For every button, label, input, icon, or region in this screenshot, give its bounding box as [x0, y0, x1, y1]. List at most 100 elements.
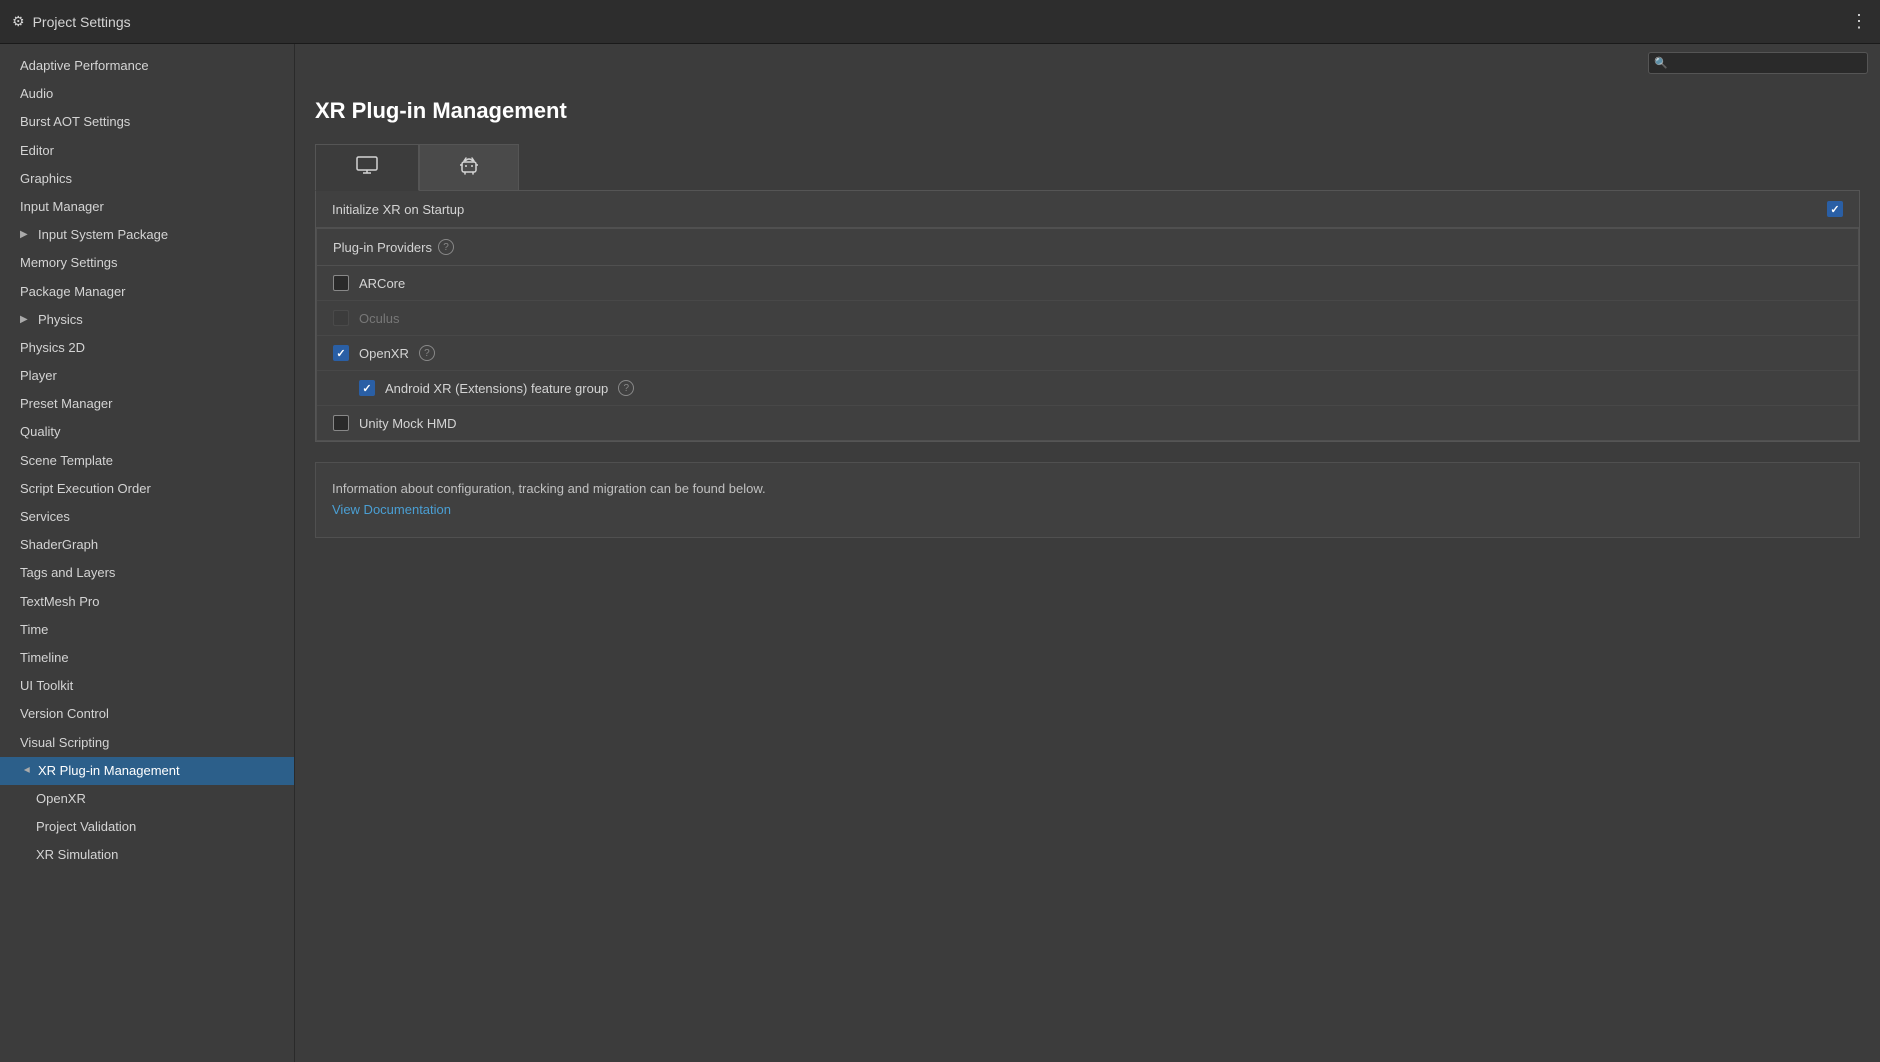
sidebar-item-textmesh-pro[interactable]: TextMesh Pro — [0, 588, 294, 616]
search-bar: 🔍 — [295, 44, 1880, 82]
sidebar-arrow-physics: ▶ — [20, 313, 32, 327]
provider-label-openxr: OpenXR — [359, 346, 409, 361]
provider-checkbox-android-xr-extensions[interactable] — [359, 380, 375, 396]
sidebar-item-quality[interactable]: Quality — [0, 418, 294, 446]
sidebar-item-xr-plugin-management[interactable]: ▼ XR Plug-in Management — [0, 757, 294, 785]
sidebar-item-time[interactable]: Time — [0, 616, 294, 644]
sidebar-arrow-xr-plugin-management: ▼ — [19, 765, 33, 777]
settings-icon: ⚙ — [12, 13, 25, 30]
initialize-xr-checkbox[interactable] — [1827, 201, 1843, 217]
provider-help-openxr[interactable]: ? — [419, 345, 435, 361]
content-area: 🔍 XR Plug-in Management — [295, 44, 1880, 1062]
sidebar-label-quality: Quality — [20, 423, 60, 441]
sidebar-item-audio[interactable]: Audio — [0, 80, 294, 108]
providers-help-icon[interactable]: ? — [438, 239, 454, 255]
search-wrapper: 🔍 — [1648, 52, 1868, 74]
sidebar-label-preset-manager: Preset Manager — [20, 395, 113, 413]
sidebar-item-input-manager[interactable]: Input Manager — [0, 193, 294, 221]
sidebar-arrow-input-system-package: ▶ — [20, 228, 32, 242]
sidebar-label-physics: Physics — [38, 311, 83, 329]
sidebar-item-ui-toolkit[interactable]: UI Toolkit — [0, 672, 294, 700]
sidebar-label-input-manager: Input Manager — [20, 198, 104, 216]
sidebar-label-graphics: Graphics — [20, 170, 72, 188]
sidebar-item-version-control[interactable]: Version Control — [0, 700, 294, 728]
sidebar-label-xr-plugin-management: XR Plug-in Management — [38, 762, 180, 780]
initialize-xr-row: Initialize XR on Startup — [316, 191, 1859, 228]
sidebar-item-scene-template[interactable]: Scene Template — [0, 447, 294, 475]
sidebar-item-graphics[interactable]: Graphics — [0, 165, 294, 193]
provider-checkbox-arcore[interactable] — [333, 275, 349, 291]
provider-checkbox-oculus[interactable] — [333, 310, 349, 326]
provider-item-openxr: OpenXR? — [317, 336, 1858, 371]
provider-label-oculus: Oculus — [359, 311, 399, 326]
sidebar-label-project-validation: Project Validation — [36, 818, 136, 836]
sidebar-item-burst-aot-settings[interactable]: Burst AOT Settings — [0, 108, 294, 136]
provider-help-android-xr-extensions[interactable]: ? — [618, 380, 634, 396]
provider-item-android-xr-extensions: Android XR (Extensions) feature group? — [317, 371, 1858, 406]
sidebar-label-tags-and-layers: Tags and Layers — [20, 564, 115, 582]
provider-label-unity-mock-hmd: Unity Mock HMD — [359, 416, 457, 431]
menu-button[interactable]: ⋮ — [1850, 11, 1868, 32]
sidebar-label-memory-settings: Memory Settings — [20, 254, 118, 272]
sidebar-item-adaptive-performance[interactable]: Adaptive Performance — [0, 52, 294, 80]
view-documentation-link[interactable]: View Documentation — [332, 502, 451, 517]
sidebar-label-package-manager: Package Manager — [20, 283, 126, 301]
sidebar-item-package-manager[interactable]: Package Manager — [0, 278, 294, 306]
sidebar: Adaptive Performance Audio Burst AOT Setti… — [0, 44, 295, 1062]
settings-panel: Initialize XR on Startup Plug-in Provide… — [315, 191, 1860, 442]
sidebar-item-project-validation[interactable]: Project Validation — [0, 813, 294, 841]
provider-checkbox-openxr[interactable] — [333, 345, 349, 361]
sidebar-label-physics-2d: Physics 2D — [20, 339, 85, 357]
sidebar-label-xr-simulation: XR Simulation — [36, 846, 118, 864]
sidebar-item-preset-manager[interactable]: Preset Manager — [0, 390, 294, 418]
sidebar-label-textmesh-pro: TextMesh Pro — [20, 593, 99, 611]
sidebar-label-openxr: OpenXR — [36, 790, 86, 808]
providers-header: Plug-in Providers ? — [317, 229, 1858, 266]
content-body: XR Plug-in Management Initi — [295, 82, 1880, 1062]
sidebar-item-player[interactable]: Player — [0, 362, 294, 390]
tabs-row — [315, 144, 1860, 191]
provider-item-unity-mock-hmd: Unity Mock HMD — [317, 406, 1858, 440]
search-icon: 🔍 — [1654, 57, 1668, 70]
sidebar-label-editor: Editor — [20, 142, 54, 160]
search-input[interactable] — [1648, 52, 1868, 74]
sidebar-item-editor[interactable]: Editor — [0, 137, 294, 165]
sidebar-item-physics[interactable]: ▶ Physics — [0, 306, 294, 334]
initialize-xr-value — [1827, 201, 1843, 217]
sidebar-label-version-control: Version Control — [20, 705, 109, 723]
window-title: Project Settings — [33, 14, 131, 30]
provider-item-oculus: Oculus — [317, 301, 1858, 336]
sidebar-item-script-execution-order[interactable]: Script Execution Order — [0, 475, 294, 503]
sidebar-item-timeline[interactable]: Timeline — [0, 644, 294, 672]
tab-pc[interactable] — [315, 144, 419, 191]
sidebar-item-services[interactable]: Services — [0, 503, 294, 531]
title-bar-left: ⚙ Project Settings — [12, 13, 131, 30]
provider-label-android-xr-extensions: Android XR (Extensions) feature group — [385, 381, 608, 396]
provider-item-arcore: ARCore — [317, 266, 1858, 301]
sidebar-label-adaptive-performance: Adaptive Performance — [20, 57, 149, 75]
tab-icon-android — [460, 155, 478, 180]
sidebar-item-shadergraph[interactable]: ShaderGraph — [0, 531, 294, 559]
title-bar: ⚙ Project Settings ⋮ — [0, 0, 1880, 44]
sidebar-label-input-system-package: Input System Package — [38, 226, 168, 244]
tab-android[interactable] — [419, 144, 519, 190]
sidebar-item-physics-2d[interactable]: Physics 2D — [0, 334, 294, 362]
sidebar-label-shadergraph: ShaderGraph — [20, 536, 98, 554]
sidebar-label-visual-scripting: Visual Scripting — [20, 734, 109, 752]
sidebar-item-openxr[interactable]: OpenXR — [0, 785, 294, 813]
sidebar-label-player: Player — [20, 367, 57, 385]
sidebar-item-xr-simulation[interactable]: XR Simulation — [0, 841, 294, 869]
sidebar-label-audio: Audio — [20, 85, 53, 103]
providers-label: Plug-in Providers — [333, 240, 432, 255]
sidebar-label-ui-toolkit: UI Toolkit — [20, 677, 73, 695]
sidebar-item-input-system-package[interactable]: ▶ Input System Package — [0, 221, 294, 249]
sidebar-label-scene-template: Scene Template — [20, 452, 113, 470]
info-text: Information about configuration, trackin… — [332, 479, 1843, 500]
sidebar-label-services: Services — [20, 508, 70, 526]
sidebar-item-memory-settings[interactable]: Memory Settings — [0, 249, 294, 277]
provider-checkbox-unity-mock-hmd[interactable] — [333, 415, 349, 431]
tab-icon-pc — [356, 156, 378, 179]
sidebar-label-script-execution-order: Script Execution Order — [20, 480, 151, 498]
sidebar-item-visual-scripting[interactable]: Visual Scripting — [0, 729, 294, 757]
sidebar-item-tags-and-layers[interactable]: Tags and Layers — [0, 559, 294, 587]
